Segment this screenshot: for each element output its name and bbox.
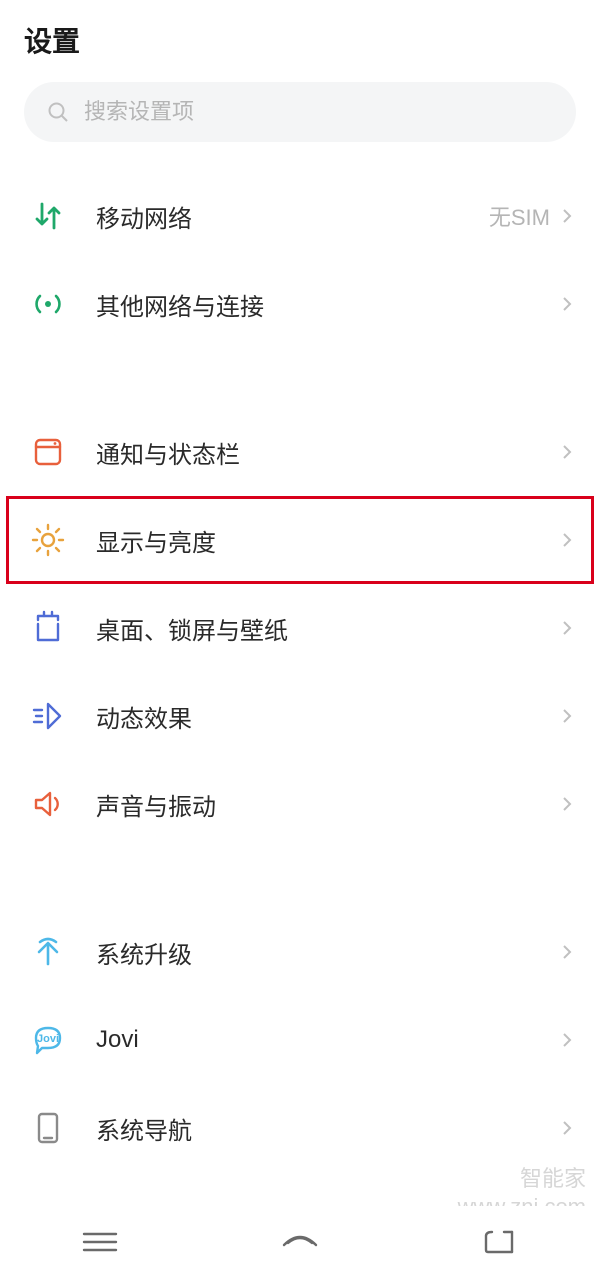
row-label: 系统导航 [96, 1111, 558, 1146]
jovi-icon: Jovi [30, 1022, 66, 1058]
chevron-right-icon [558, 943, 576, 961]
chevron-right-icon [558, 1031, 576, 1049]
motion-effect-icon [30, 698, 66, 734]
spacer [0, 142, 600, 172]
spacer [0, 348, 600, 408]
row-label: 其他网络与连接 [96, 287, 558, 322]
row-display-brightness-wrap: 显示与亮度 [0, 496, 600, 584]
settings-screen: 设置 移动网络 无SIM 其他网络与连接 [0, 0, 600, 1278]
network-arrows-icon [30, 198, 66, 234]
search-bar[interactable] [24, 82, 576, 142]
chevron-right-icon [558, 619, 576, 637]
system-update-icon [30, 934, 66, 970]
sound-icon [30, 786, 66, 822]
system-nav-bar [0, 1206, 600, 1278]
wallpaper-icon [30, 610, 66, 646]
row-label: 通知与状态栏 [96, 435, 558, 470]
row-motion-effect[interactable]: 动态效果 [0, 672, 600, 760]
row-label: 桌面、锁屏与壁纸 [96, 611, 558, 646]
row-notification-status[interactable]: 通知与状态栏 [0, 408, 600, 496]
row-jovi[interactable]: Jovi Jovi [0, 996, 600, 1084]
chevron-right-icon [558, 443, 576, 461]
row-label: 移动网络 [96, 199, 489, 234]
search-input[interactable] [84, 99, 554, 125]
row-label: 显示与亮度 [96, 523, 558, 558]
chevron-right-icon [558, 707, 576, 725]
chevron-right-icon [558, 1119, 576, 1137]
row-system-update[interactable]: 系统升级 [0, 908, 600, 996]
row-label: Jovi [96, 1026, 558, 1054]
notification-bar-icon [30, 434, 66, 470]
row-system-navigation[interactable]: 系统导航 [0, 1084, 600, 1172]
row-value: 无SIM [489, 200, 550, 232]
brightness-icon [30, 522, 66, 558]
row-sound-vibration[interactable]: 声音与振动 [0, 760, 600, 848]
connections-icon [30, 286, 66, 322]
row-label: 系统升级 [96, 935, 558, 970]
row-other-connections[interactable]: 其他网络与连接 [0, 260, 600, 348]
row-display-brightness[interactable]: 显示与亮度 [0, 496, 600, 584]
page-title: 设置 [24, 20, 576, 60]
nav-home-button[interactable] [270, 1222, 330, 1262]
chevron-right-icon [558, 207, 576, 225]
spacer [0, 848, 600, 908]
search-icon [46, 100, 70, 124]
svg-text:Jovi: Jovi [37, 1033, 59, 1045]
nav-back-button[interactable] [470, 1222, 530, 1262]
row-label: 声音与振动 [96, 787, 558, 822]
header: 设置 [0, 0, 600, 72]
row-wallpaper[interactable]: 桌面、锁屏与壁纸 [0, 584, 600, 672]
system-nav-icon [30, 1110, 66, 1146]
row-mobile-network[interactable]: 移动网络 无SIM [0, 172, 600, 260]
nav-recent-button[interactable] [70, 1222, 130, 1262]
chevron-right-icon [558, 795, 576, 813]
chevron-right-icon [558, 295, 576, 313]
chevron-right-icon [558, 531, 576, 549]
row-label: 动态效果 [96, 699, 558, 734]
